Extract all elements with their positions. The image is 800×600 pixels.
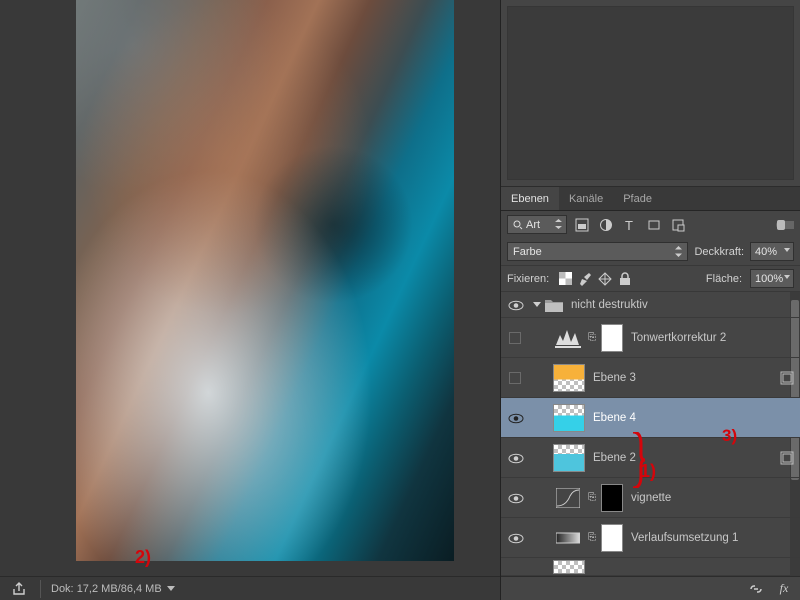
- link-layers-icon[interactable]: [748, 581, 764, 597]
- layers-list: nicht destruktiv ⎘ Tonwertkorrektur 2 Eb…: [501, 292, 800, 576]
- filter-kind-select[interactable]: Art: [507, 215, 567, 234]
- layer-row-vignette[interactable]: ⎘ vignette: [501, 478, 800, 518]
- blend-mode-select[interactable]: Farbe: [507, 242, 688, 261]
- layer-thumb[interactable]: [553, 560, 585, 574]
- filter-pixel-icon[interactable]: [573, 216, 591, 234]
- layer-row-levels[interactable]: ⎘ Tonwertkorrektur 2: [501, 318, 800, 358]
- levels-adjustment-icon: [553, 324, 583, 352]
- fill-input[interactable]: 100%: [750, 269, 794, 288]
- filter-shape-icon[interactable]: [645, 216, 663, 234]
- layer-filter-row: Art T: [501, 211, 800, 238]
- right-sidebar: Ebenen Kanäle Pfade Art T Farbe Deckkraf…: [500, 0, 800, 600]
- group-name[interactable]: nicht destruktiv: [571, 299, 648, 311]
- layer-name[interactable]: Tonwertkorrektur 2: [631, 332, 726, 344]
- layer-thumb[interactable]: [553, 444, 585, 472]
- smartfilter-icon[interactable]: [780, 371, 794, 385]
- tab-channels[interactable]: Kanäle: [559, 187, 613, 210]
- link-icon: ⎘: [587, 332, 597, 343]
- visibility-toggle[interactable]: [509, 372, 521, 384]
- visibility-toggle[interactable]: [509, 332, 521, 344]
- layer-name[interactable]: vignette: [631, 492, 671, 504]
- lock-move-icon[interactable]: [597, 271, 613, 287]
- opacity-input[interactable]: 40%: [750, 242, 794, 261]
- layer-name[interactable]: Verlaufsumsetzung 1: [631, 532, 738, 544]
- statusbar-menu-icon[interactable]: [167, 586, 175, 591]
- eye-icon[interactable]: [508, 533, 522, 543]
- opacity-value: 40%: [755, 246, 777, 258]
- opacity-label: Deckkraft:: [694, 246, 744, 258]
- document-image[interactable]: [76, 0, 454, 561]
- link-icon: ⎘: [587, 532, 597, 543]
- properties-panel-placeholder: [501, 0, 800, 187]
- tab-paths[interactable]: Pfade: [613, 187, 662, 210]
- layer-name[interactable]: Ebene 2: [593, 452, 636, 464]
- filter-smartobject-icon[interactable]: [669, 216, 687, 234]
- layer-row-ebene2[interactable]: Ebene 2: [501, 438, 800, 478]
- fx-icon[interactable]: fx: [776, 581, 792, 597]
- layer-row-partial[interactable]: [501, 558, 800, 576]
- gradientmap-adjustment-icon: [553, 524, 583, 552]
- layers-bottom-bar: fx: [501, 576, 800, 600]
- doc-label: Dok:: [51, 583, 74, 595]
- status-bar: Dok: 17,2 MB/86,4 MB: [0, 576, 500, 600]
- divider: [40, 580, 41, 598]
- eye-icon[interactable]: [508, 413, 522, 423]
- layer-group-row[interactable]: nicht destruktiv: [501, 292, 800, 318]
- doc-size: 17,2 MB/86,4 MB: [77, 583, 162, 595]
- layer-row-gradmap[interactable]: ⎘ Verlaufsumsetzung 1: [501, 518, 800, 558]
- doc-size-label: Dok: 17,2 MB/86,4 MB: [51, 583, 162, 595]
- layer-mask-thumb[interactable]: [601, 524, 623, 552]
- svg-text:T: T: [625, 218, 633, 232]
- lock-all-icon[interactable]: [617, 271, 633, 287]
- blend-row: Farbe Deckkraft: 40%: [501, 238, 800, 265]
- filter-adjustment-icon[interactable]: [597, 216, 615, 234]
- layer-mask-thumb[interactable]: [601, 324, 623, 352]
- blend-mode-value: Farbe: [513, 246, 542, 258]
- fill-label: Fläche:: [706, 273, 742, 285]
- canvas-viewport[interactable]: [0, 0, 500, 576]
- fill-value: 100%: [755, 273, 783, 285]
- folder-icon: [545, 298, 563, 312]
- filter-kind-label: Art: [526, 219, 540, 231]
- lock-row: Fixieren: Fläche: 100%: [501, 265, 800, 292]
- layer-mask-thumb[interactable]: [601, 484, 623, 512]
- collapse-icon[interactable]: [533, 302, 541, 307]
- eye-icon[interactable]: [508, 493, 522, 503]
- eye-icon[interactable]: [508, 300, 522, 310]
- layer-row-ebene4[interactable]: Ebene 4: [501, 398, 800, 438]
- filter-toggle-switch[interactable]: [776, 216, 794, 234]
- curves-adjustment-icon: [553, 484, 583, 512]
- lock-transparent-icon[interactable]: [557, 271, 573, 287]
- panel-tabs: Ebenen Kanäle Pfade: [501, 187, 800, 211]
- share-icon[interactable]: [10, 580, 28, 598]
- layer-thumb[interactable]: [553, 364, 585, 392]
- layer-name[interactable]: Ebene 4: [593, 412, 636, 424]
- layers-panel: Ebenen Kanäle Pfade Art T Farbe Deckkraf…: [501, 187, 800, 600]
- eye-icon[interactable]: [508, 453, 522, 463]
- tab-layers[interactable]: Ebenen: [501, 187, 559, 210]
- link-icon: ⎘: [587, 492, 597, 503]
- layer-row-ebene3[interactable]: Ebene 3: [501, 358, 800, 398]
- smartfilter-icon[interactable]: [780, 451, 794, 465]
- lock-label: Fixieren:: [507, 273, 549, 285]
- canvas-area: Dok: 17,2 MB/86,4 MB: [0, 0, 500, 600]
- lock-brush-icon[interactable]: [577, 271, 593, 287]
- filter-type-icon[interactable]: T: [621, 216, 639, 234]
- layer-thumb[interactable]: [553, 404, 585, 432]
- layer-name[interactable]: Ebene 3: [593, 372, 636, 384]
